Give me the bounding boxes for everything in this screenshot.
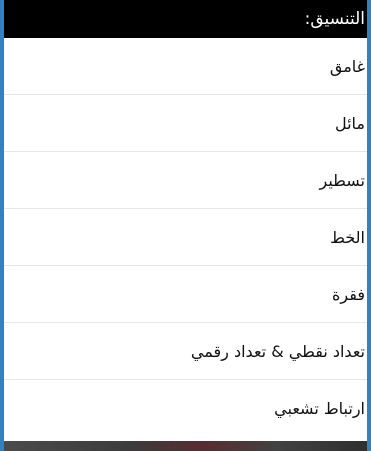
menu-title: التنسيق: <box>4 0 367 38</box>
menu-item-underline[interactable]: تسطير <box>4 152 367 209</box>
menu-item-font[interactable]: الخط <box>4 209 367 266</box>
menu-item-italic[interactable]: مائل <box>4 95 367 152</box>
format-menu-list: غامق مائل تسطير الخط فقرة تعداد نقطي & ت… <box>4 38 367 437</box>
format-context-menu: التنسيق: غامق مائل تسطير الخط فقرة تعداد… <box>0 0 371 451</box>
background-window-strip <box>4 441 367 451</box>
menu-item-bold[interactable]: غامق <box>4 38 367 95</box>
menu-item-paragraph[interactable]: فقرة <box>4 266 367 323</box>
menu-item-bullets-numbering[interactable]: تعداد نقطي & تعداد رقمي <box>4 323 367 380</box>
menu-item-hyperlink[interactable]: ارتباط تشعبي <box>4 380 367 437</box>
